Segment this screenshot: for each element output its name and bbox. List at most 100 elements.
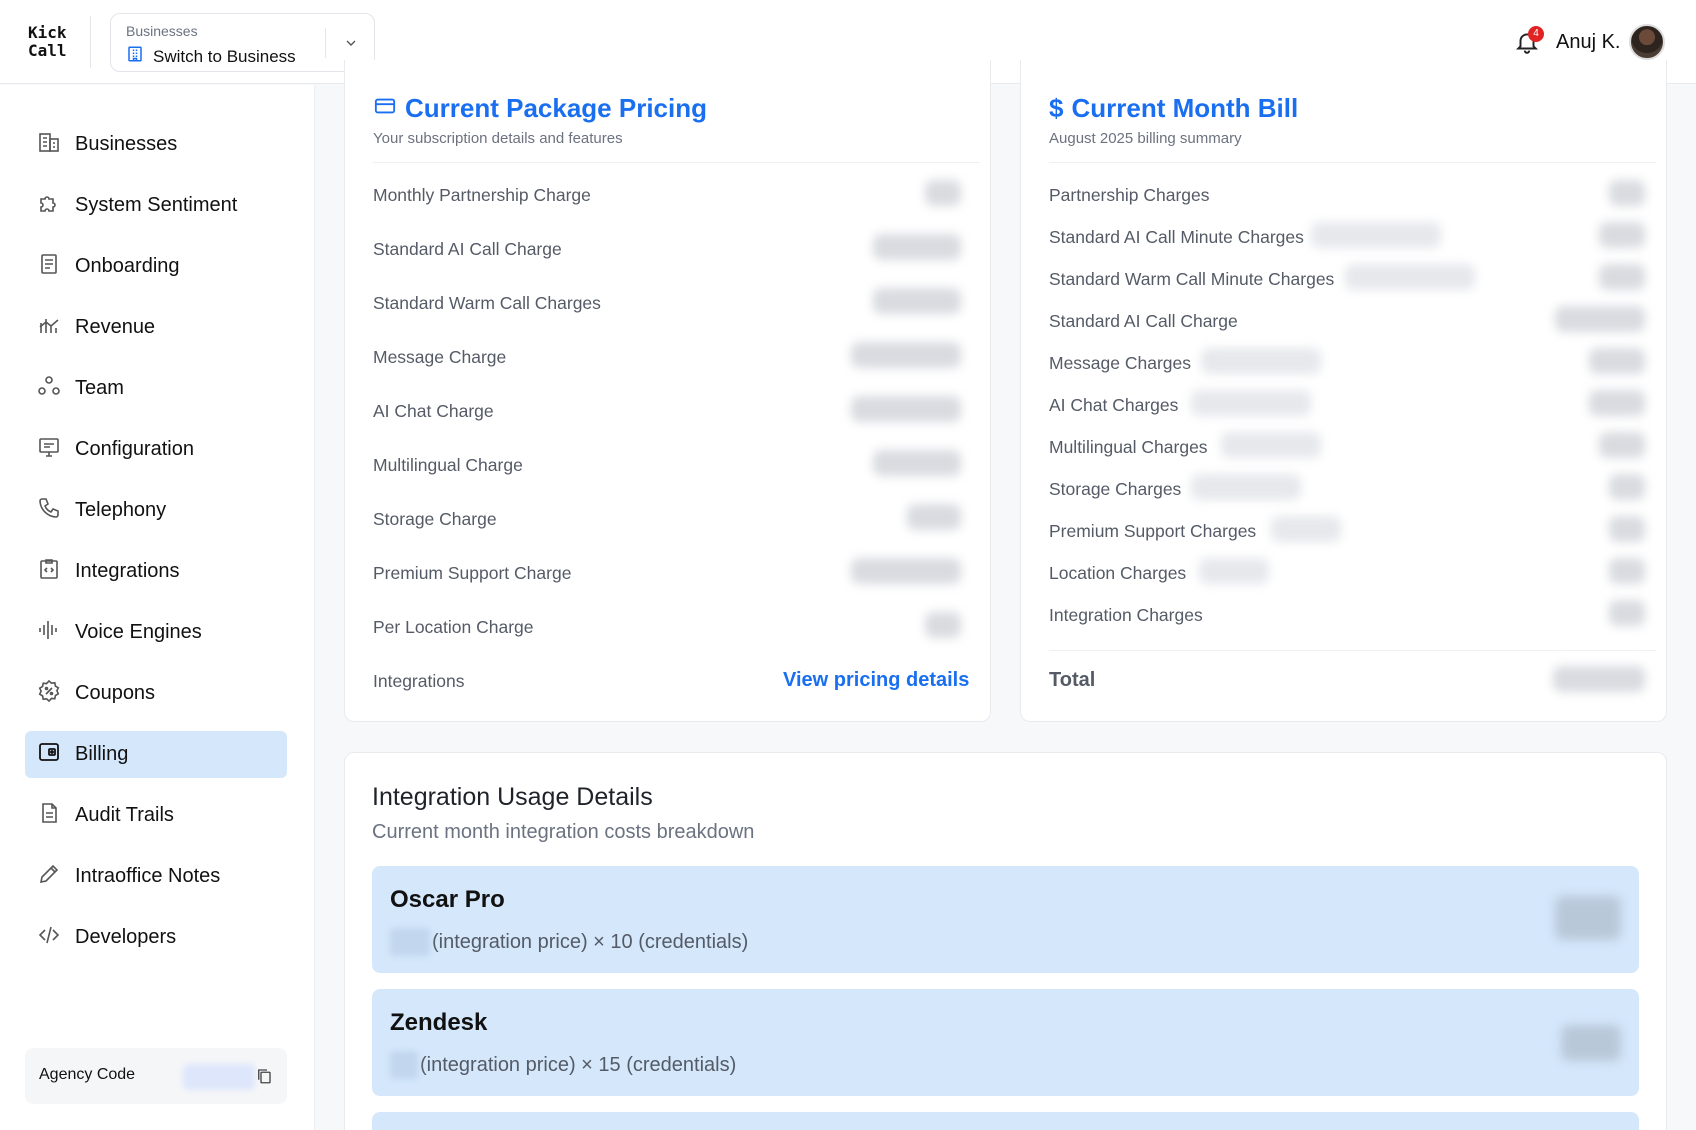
- pricing-value-redacted: [925, 612, 961, 638]
- bill-detail-redacted: [1271, 516, 1341, 542]
- pricing-row-label: Multilingual Charge: [373, 455, 523, 475]
- bill-row-label: Standard AI Call Minute Charges: [1049, 227, 1304, 247]
- integration-amount-redacted: [1561, 1025, 1621, 1061]
- bill-value-redacted: [1609, 600, 1645, 626]
- sidebar-item-voice-engines[interactable]: Voice Engines: [25, 609, 287, 656]
- notification-badge: 4: [1528, 26, 1544, 42]
- sidebar-item-label: Intraoffice Notes: [75, 865, 221, 887]
- dollar-icon: $: [1049, 93, 1064, 123]
- app-logo[interactable]: Kick Call: [28, 24, 67, 60]
- pricing-row-label: Per Location Charge: [373, 617, 534, 637]
- wallet-icon: [37, 740, 61, 770]
- integration-formula-text: (integration price) × 15 (credentials): [420, 1053, 737, 1076]
- bill-detail-redacted: [1201, 348, 1321, 374]
- bill-detail-redacted: [1311, 222, 1441, 248]
- bill-detail-redacted: [1221, 432, 1321, 458]
- logo-line-2: Call: [28, 41, 67, 60]
- integration-price-redacted: [390, 928, 430, 956]
- integration-usage-title: Integration Usage Details: [372, 783, 653, 811]
- sidebar-item-developers[interactable]: Developers: [25, 914, 287, 961]
- sidebar: Businesses System Sentiment Onboarding R…: [0, 85, 315, 1130]
- business-switcher[interactable]: Businesses Switch to Business: [110, 13, 375, 72]
- sidebar-item-label: Coupons: [75, 682, 156, 704]
- bill-detail-redacted: [1191, 474, 1301, 500]
- total-label: Total: [1049, 669, 1096, 691]
- sidebar-item-label: System Sentiment: [75, 194, 238, 216]
- integration-item: Zendesk (integration price) × 15 (creden…: [372, 989, 1639, 1096]
- integration-price-redacted: [390, 1051, 418, 1079]
- bill-row-label: Premium Support Charges: [1049, 521, 1257, 541]
- bill-value-redacted: [1609, 516, 1645, 542]
- bill-value-redacted: [1599, 264, 1645, 290]
- divider: [1049, 162, 1656, 163]
- logo-line-1: Kick: [28, 23, 67, 42]
- copy-icon[interactable]: [255, 1066, 273, 1091]
- bill-value-redacted: [1555, 306, 1645, 332]
- pricing-value-redacted: [873, 450, 961, 476]
- integration-usage-card: Integration Usage Details Current month …: [344, 752, 1667, 1130]
- sidebar-item-label: Integrations: [75, 560, 180, 582]
- pricing-row-label: Standard AI Call Charge: [373, 239, 562, 259]
- divider: [373, 162, 980, 163]
- monitor-icon: [37, 435, 61, 465]
- bill-value-redacted: [1609, 474, 1645, 500]
- pricing-value-redacted: [873, 288, 961, 314]
- sidebar-item-label: Onboarding: [75, 255, 180, 277]
- agency-code-panel: Agency Code: [25, 1048, 287, 1104]
- sidebar-item-team[interactable]: Team: [25, 365, 287, 412]
- sidebar-item-label: Billing: [75, 743, 129, 765]
- pricing-value-redacted: [907, 504, 961, 530]
- sidebar-item-coupons[interactable]: Coupons: [25, 670, 287, 717]
- bill-detail-redacted: [1191, 390, 1311, 416]
- coupon-icon: [37, 679, 61, 709]
- view-pricing-details-link[interactable]: View pricing details: [783, 669, 969, 692]
- sidebar-item-telephony[interactable]: Telephony: [25, 487, 287, 534]
- bill-detail-redacted: [1199, 558, 1269, 584]
- code-clipboard-icon: [37, 557, 61, 587]
- switcher-divider: [325, 28, 326, 58]
- bill-row-label: Partnership Charges: [1049, 185, 1210, 205]
- sidebar-item-revenue[interactable]: Revenue: [25, 304, 287, 351]
- sidebar-item-businesses[interactable]: Businesses: [25, 121, 287, 168]
- sidebar-item-onboarding[interactable]: Onboarding: [25, 243, 287, 290]
- avatar[interactable]: [1629, 24, 1665, 60]
- sidebar-item-label: Businesses: [75, 133, 178, 155]
- bill-value-redacted: [1589, 348, 1645, 374]
- sidebar-item-label: Voice Engines: [75, 621, 202, 643]
- sidebar-item-integrations[interactable]: Integrations: [25, 548, 287, 595]
- pricing-value-redacted: [851, 396, 961, 422]
- sidebar-item-label: Telephony: [75, 499, 167, 521]
- bill-row-label: Standard AI Call Charge: [1049, 311, 1238, 331]
- sidebar-item-label: Configuration: [75, 438, 194, 460]
- building-icon: [37, 130, 61, 160]
- business-switcher-label: Switch to Business: [153, 46, 296, 66]
- package-pricing-title: Current Package Pricing: [373, 93, 707, 124]
- bill-row-label: Standard Warm Call Minute Charges: [1049, 269, 1335, 289]
- sidebar-item-billing[interactable]: Billing: [25, 731, 287, 778]
- pricing-row-label: Message Charge: [373, 347, 507, 367]
- code-icon: [37, 923, 61, 953]
- sidebar-item-configuration[interactable]: Configuration: [25, 426, 287, 473]
- pricing-row-label: AI Chat Charge: [373, 401, 494, 421]
- integration-formula: (integration price) × 10 (credentials): [390, 928, 748, 956]
- month-bill-title: $ Current Month Bill: [1049, 93, 1298, 124]
- month-bill-subtitle: August 2025 billing summary: [1049, 130, 1242, 147]
- chevron-down-icon[interactable]: [343, 35, 359, 56]
- bill-row-label: Integration Charges: [1049, 605, 1203, 625]
- header-divider: [90, 16, 91, 68]
- agency-code-label: Agency Code: [39, 1066, 136, 1083]
- bill-detail-redacted: [1345, 264, 1475, 290]
- bill-row-label: Location Charges: [1049, 563, 1187, 583]
- user-name[interactable]: Anuj K.: [1556, 31, 1620, 54]
- building-icon: [126, 45, 144, 68]
- sidebar-item-audit-trails[interactable]: Audit Trails: [25, 792, 287, 839]
- bill-value-redacted: [1599, 222, 1645, 248]
- sidebar-item-label: Team: [75, 377, 124, 399]
- sidebar-item-intraoffice-notes[interactable]: Intraoffice Notes: [25, 853, 287, 900]
- sidebar-item-system-sentiment[interactable]: System Sentiment: [25, 182, 287, 229]
- team-icon: [37, 374, 61, 404]
- package-pricing-title-text: Current Package Pricing: [405, 93, 707, 123]
- puzzle-icon: [37, 191, 61, 221]
- pencil-icon: [37, 862, 61, 892]
- bill-row-label: Storage Charges: [1049, 479, 1182, 499]
